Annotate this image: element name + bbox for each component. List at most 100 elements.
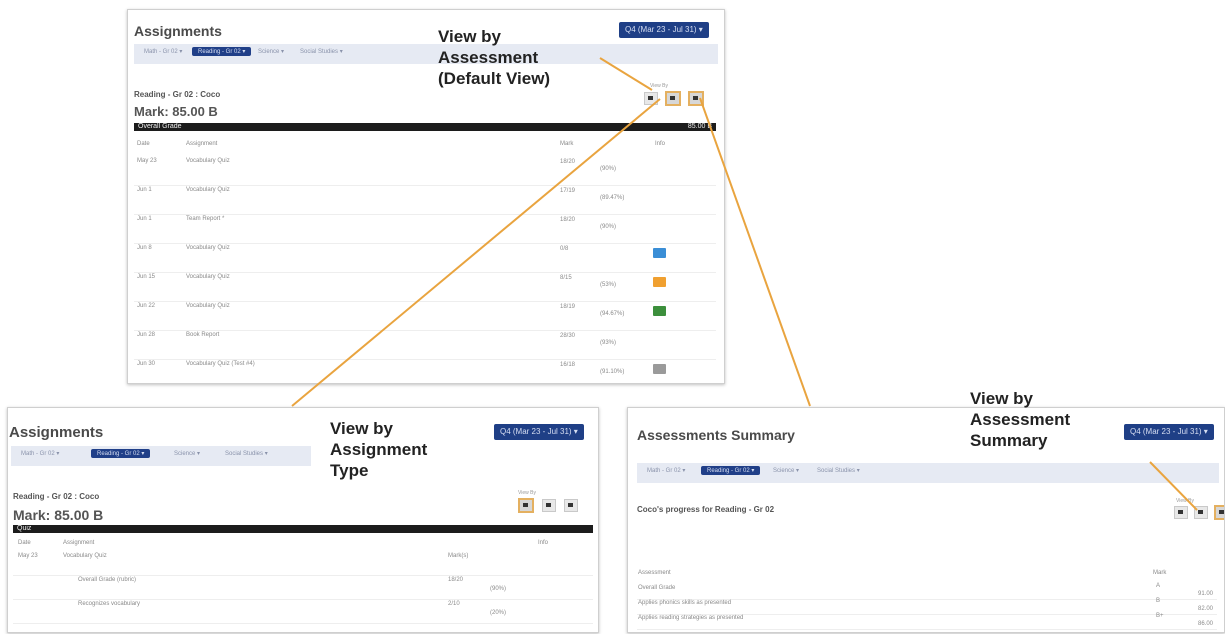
row-separator — [13, 599, 593, 600]
view-by-summary-button[interactable] — [564, 499, 578, 512]
grade-bar-value: 85.00 B — [687, 123, 712, 130]
row-percent: (20%) — [490, 610, 507, 616]
table-row: Jun 30 Vocabulary Quiz (Test #4) 16/18 (91.… — [128, 361, 724, 383]
info-badge — [653, 248, 666, 258]
term-selector[interactable]: Q4 (Mar 23 - Jul 31) ▾ — [619, 22, 709, 38]
table-row: Overall Grade (rubric) 18/20 (90%) — [8, 577, 598, 601]
row-date: Jun 8 — [137, 245, 152, 251]
row-date: Jun 1 — [137, 216, 152, 222]
callout-line: Assignment — [330, 440, 428, 459]
tab-reading[interactable]: Reading - Gr 02 ▾ — [91, 449, 151, 458]
callout-line: Assessment — [438, 48, 539, 67]
course-tabs: Math - Gr 02 ▾ Reading - Gr 02 ▾ Science… — [11, 446, 311, 466]
info-badge — [653, 306, 666, 316]
col-header-info: Info — [538, 540, 549, 546]
col-header-info: Info — [655, 141, 666, 147]
row-score: 82.00 — [1198, 606, 1214, 612]
grade-bar-label: Overall Grade — [138, 123, 182, 130]
tab-science[interactable]: Science ▾ — [174, 450, 200, 457]
progress-heading: Coco's progress for Reading - Gr 02 — [637, 505, 775, 514]
row-assessment: Overall Grade — [638, 585, 676, 591]
callout-line: View by — [970, 389, 1033, 408]
row-assignment: Vocabulary Quiz — [186, 303, 230, 309]
row-separator — [13, 623, 593, 624]
row-separator — [134, 185, 716, 186]
row-percent: (89.47%) — [600, 195, 625, 201]
summary-icon — [568, 503, 573, 507]
row-separator — [134, 243, 716, 244]
view-by-type-button[interactable] — [665, 91, 681, 106]
row-assignment: Vocabulary Quiz — [186, 158, 230, 164]
row-percent: (53%) — [600, 282, 617, 288]
row-mark: 18/20 — [560, 217, 576, 223]
tab-math[interactable]: Math - Gr 02 ▾ — [144, 48, 182, 55]
view-by-assessment-button[interactable] — [644, 92, 658, 105]
col-header-assessment: Assessment — [638, 570, 671, 576]
row-date: May 23 — [137, 158, 157, 164]
row-date: May 23 — [18, 553, 38, 559]
overall-mark: Mark: 85.00 B — [13, 507, 104, 523]
row-assignment: Vocabulary Quiz — [186, 274, 230, 280]
table-row: Recognizes vocabulary 2/10 (20%) — [8, 601, 598, 625]
col-header-date: Date — [137, 141, 150, 147]
row-assignment: Book Report — [186, 332, 220, 338]
callout-view-by-assessment-summary: View by Assessment Summary — [970, 388, 1070, 451]
type-grade-bar: Quiz — [13, 525, 593, 533]
row-mark: 2/10 — [448, 601, 460, 607]
tab-social-studies[interactable]: Social Studies ▾ — [225, 450, 268, 457]
row-separator — [134, 359, 716, 360]
row-assessment: Applies phonics skills as presented — [638, 600, 732, 606]
tab-math[interactable]: Math - Gr 02 ▾ — [21, 450, 59, 457]
row-percent: (90%) — [600, 166, 617, 172]
list-icon — [546, 503, 551, 507]
view-by-type-button[interactable] — [1194, 506, 1208, 519]
table-row: Jun 1 Team Report * 18/20 (90%) — [128, 216, 724, 245]
callout-line: Type — [330, 461, 369, 480]
panel-title: Assignments — [134, 23, 222, 39]
tab-social-studies[interactable]: Social Studies ▾ — [300, 48, 343, 55]
tab-reading[interactable]: Reading - Gr 02 ▾ — [192, 47, 252, 56]
row-percent: (90%) — [600, 224, 617, 230]
row-assignment: Vocabulary Quiz — [63, 553, 107, 559]
row-separator — [134, 214, 716, 215]
callout-line: Summary — [970, 431, 1048, 450]
view-by-summary-button[interactable] — [688, 91, 704, 106]
row-separator — [637, 629, 1217, 630]
tab-science[interactable]: Science ▾ — [773, 467, 799, 474]
assignments-panel-by-type: Assignments Q4 (Mar 23 - Jul 31) ▾ Math … — [7, 407, 599, 633]
row-assignment: Overall Grade (rubric) — [78, 577, 137, 583]
row-separator — [13, 575, 593, 576]
row-separator — [134, 330, 716, 331]
col-header-mark: Mark — [1153, 570, 1167, 576]
assignments-panel-by-assessment: Assignments Q4 (Mar 23 - Jul 31) ▾ Math … — [127, 9, 725, 384]
term-selector[interactable]: Q4 (Mar 23 - Jul 31) ▾ — [1124, 424, 1214, 440]
view-by-assessment-button[interactable] — [1174, 506, 1188, 519]
col-header-assignment: Assignment — [186, 141, 218, 147]
row-mark: 16/18 — [560, 362, 576, 368]
term-selector[interactable]: Q4 (Mar 23 - Jul 31) ▾ — [494, 424, 584, 440]
row-score: 91.00 — [1198, 591, 1214, 597]
row-score: 86.00 — [1198, 621, 1214, 627]
tab-math[interactable]: Math - Gr 02 ▾ — [647, 467, 685, 474]
col-header-assignment: Assignment — [63, 540, 95, 546]
row-assignment: Vocabulary Quiz — [186, 187, 230, 193]
row-percent: (93%) — [600, 340, 617, 346]
callout-view-by-assignment-type: View by Assignment Type — [330, 418, 427, 481]
row-date: Jun 15 — [137, 274, 156, 280]
row-assignment: Vocabulary Quiz — [186, 245, 230, 251]
tab-science[interactable]: Science ▾ — [258, 48, 284, 55]
row-date: Jun 22 — [137, 303, 156, 309]
row-date: Jun 28 — [137, 332, 156, 338]
view-by-assessment-button[interactable] — [542, 499, 556, 512]
row-assignment: Team Report * — [186, 216, 225, 222]
view-by-type-button[interactable] — [518, 498, 534, 513]
view-by-summary-button[interactable] — [1214, 505, 1224, 520]
tab-social-studies[interactable]: Social Studies ▾ — [817, 467, 860, 474]
callout-line: Assessment — [970, 410, 1071, 429]
table-row: Jun 1 Vocabulary Quiz 17/19 (89.47%) — [128, 187, 724, 216]
row-assessment: Applies reading strategies as presented — [638, 615, 744, 621]
tab-reading[interactable]: Reading - Gr 02 ▾ — [701, 466, 761, 475]
view-by-label: View By — [518, 490, 536, 496]
callout-line: (Default View) — [438, 69, 551, 88]
row-separator — [134, 272, 716, 273]
